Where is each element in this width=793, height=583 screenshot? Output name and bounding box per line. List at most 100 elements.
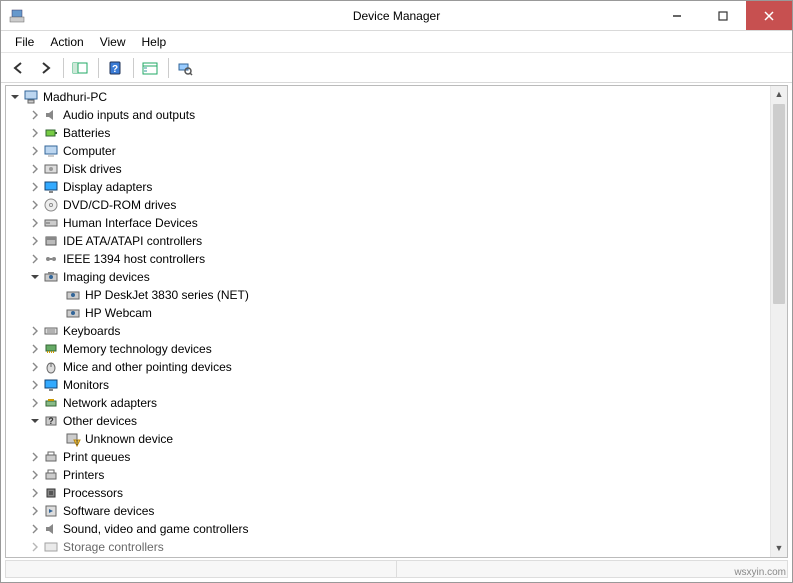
category-label: Other devices (63, 414, 137, 428)
tree-category[interactable]: Monitors (6, 376, 770, 394)
expand-icon[interactable] (28, 522, 42, 536)
menu-view[interactable]: View (94, 33, 136, 51)
monitor-icon (43, 377, 59, 393)
menu-file[interactable]: File (9, 33, 44, 51)
no-expand-spacer (50, 306, 64, 320)
help-button[interactable]: ? (103, 56, 127, 80)
close-button[interactable] (746, 1, 792, 30)
device-tree[interactable]: Madhuri-PC Audio inputs and outputs Batt… (6, 86, 770, 557)
no-expand-spacer (50, 432, 64, 446)
tree-device[interactable]: HP DeskJet 3830 series (NET) (6, 286, 770, 304)
expand-icon[interactable] (28, 324, 42, 338)
tree-category[interactable]: Keyboards (6, 322, 770, 340)
expand-icon[interactable] (28, 396, 42, 410)
tree-category-imaging[interactable]: Imaging devices (6, 268, 770, 286)
statusbar-cell (397, 561, 787, 577)
expand-icon[interactable] (28, 468, 42, 482)
expand-icon[interactable] (28, 234, 42, 248)
properties-button[interactable] (138, 56, 162, 80)
toolbar-separator (168, 58, 169, 78)
tree-category-other[interactable]: ? Other devices (6, 412, 770, 430)
tree-category[interactable]: Sound, video and game controllers (6, 520, 770, 538)
expand-icon[interactable] (28, 342, 42, 356)
expand-icon[interactable] (28, 198, 42, 212)
category-label: Printers (63, 468, 104, 482)
category-label: Disk drives (63, 162, 122, 176)
category-label: Software devices (63, 504, 154, 518)
tree-category[interactable]: DVD/CD-ROM drives (6, 196, 770, 214)
tree-category[interactable]: Disk drives (6, 160, 770, 178)
expand-icon[interactable] (28, 450, 42, 464)
tree-category[interactable]: Network adapters (6, 394, 770, 412)
collapse-icon[interactable] (28, 270, 42, 284)
tree-root[interactable]: Madhuri-PC (6, 88, 770, 106)
vertical-scrollbar[interactable]: ▲ ▼ (770, 86, 787, 557)
ide-icon (43, 233, 59, 249)
category-label: Audio inputs and outputs (63, 108, 195, 122)
tree-category[interactable]: Storage controllers (6, 538, 770, 556)
back-button[interactable] (7, 56, 31, 80)
tree-category[interactable]: Batteries (6, 124, 770, 142)
tree-category[interactable]: Print queues (6, 448, 770, 466)
dvd-icon (43, 197, 59, 213)
collapse-icon[interactable] (28, 414, 42, 428)
expand-icon[interactable] (28, 162, 42, 176)
storage-icon (43, 539, 59, 555)
other-devices-icon: ? (43, 413, 59, 429)
scroll-thumb[interactable] (773, 104, 785, 304)
svg-text:?: ? (112, 64, 118, 75)
audio-icon (43, 107, 59, 123)
tree-category[interactable]: Printers (6, 466, 770, 484)
expand-icon[interactable] (28, 486, 42, 500)
toolbar-separator (98, 58, 99, 78)
minimize-button[interactable] (654, 1, 700, 30)
tree-category[interactable]: Audio inputs and outputs (6, 106, 770, 124)
unknown-device-warning-icon: ! (65, 431, 81, 447)
category-label: Sound, video and game controllers (63, 522, 248, 536)
category-label: Processors (63, 486, 123, 500)
expand-icon[interactable] (28, 108, 42, 122)
watermark: wsxyin.com (734, 567, 786, 578)
collapse-icon[interactable] (8, 90, 22, 104)
expand-icon[interactable] (28, 126, 42, 140)
tree-category[interactable]: Display adapters (6, 178, 770, 196)
menu-help[interactable]: Help (136, 33, 177, 51)
printer-icon (43, 467, 59, 483)
app-icon (9, 8, 25, 24)
tree-category[interactable]: IDE ATA/ATAPI controllers (6, 232, 770, 250)
processor-icon (43, 485, 59, 501)
expand-icon[interactable] (28, 540, 42, 554)
scroll-down-arrow[interactable]: ▼ (771, 540, 787, 557)
tree-category[interactable]: Computer (6, 142, 770, 160)
maximize-button[interactable] (700, 1, 746, 30)
show-hide-console-tree-button[interactable] (68, 56, 92, 80)
expand-icon[interactable] (28, 252, 42, 266)
tree-category[interactable]: Memory technology devices (6, 340, 770, 358)
expand-icon[interactable] (28, 378, 42, 392)
webcam-icon (65, 305, 81, 321)
tree-category[interactable]: Human Interface Devices (6, 214, 770, 232)
tree-device-unknown[interactable]: ! Unknown device (6, 430, 770, 448)
firewire-icon (43, 251, 59, 267)
expand-icon[interactable] (28, 504, 42, 518)
category-label: IEEE 1394 host controllers (63, 252, 205, 266)
expand-icon[interactable] (28, 144, 42, 158)
tree-device[interactable]: HP Webcam (6, 304, 770, 322)
content-pane: Madhuri-PC Audio inputs and outputs Batt… (5, 85, 788, 558)
category-label: Network adapters (63, 396, 157, 410)
menu-action[interactable]: Action (44, 33, 93, 51)
network-icon (43, 395, 59, 411)
tree-category[interactable]: Processors (6, 484, 770, 502)
battery-icon (43, 125, 59, 141)
scan-hardware-button[interactable] (173, 56, 197, 80)
expand-icon[interactable] (28, 360, 42, 374)
scroll-up-arrow[interactable]: ▲ (771, 86, 787, 103)
expand-icon[interactable] (28, 180, 42, 194)
forward-button[interactable] (33, 56, 57, 80)
category-label: DVD/CD-ROM drives (63, 198, 176, 212)
category-label: Memory technology devices (63, 342, 212, 356)
tree-category[interactable]: IEEE 1394 host controllers (6, 250, 770, 268)
tree-category[interactable]: Mice and other pointing devices (6, 358, 770, 376)
tree-category[interactable]: Software devices (6, 502, 770, 520)
expand-icon[interactable] (28, 216, 42, 230)
